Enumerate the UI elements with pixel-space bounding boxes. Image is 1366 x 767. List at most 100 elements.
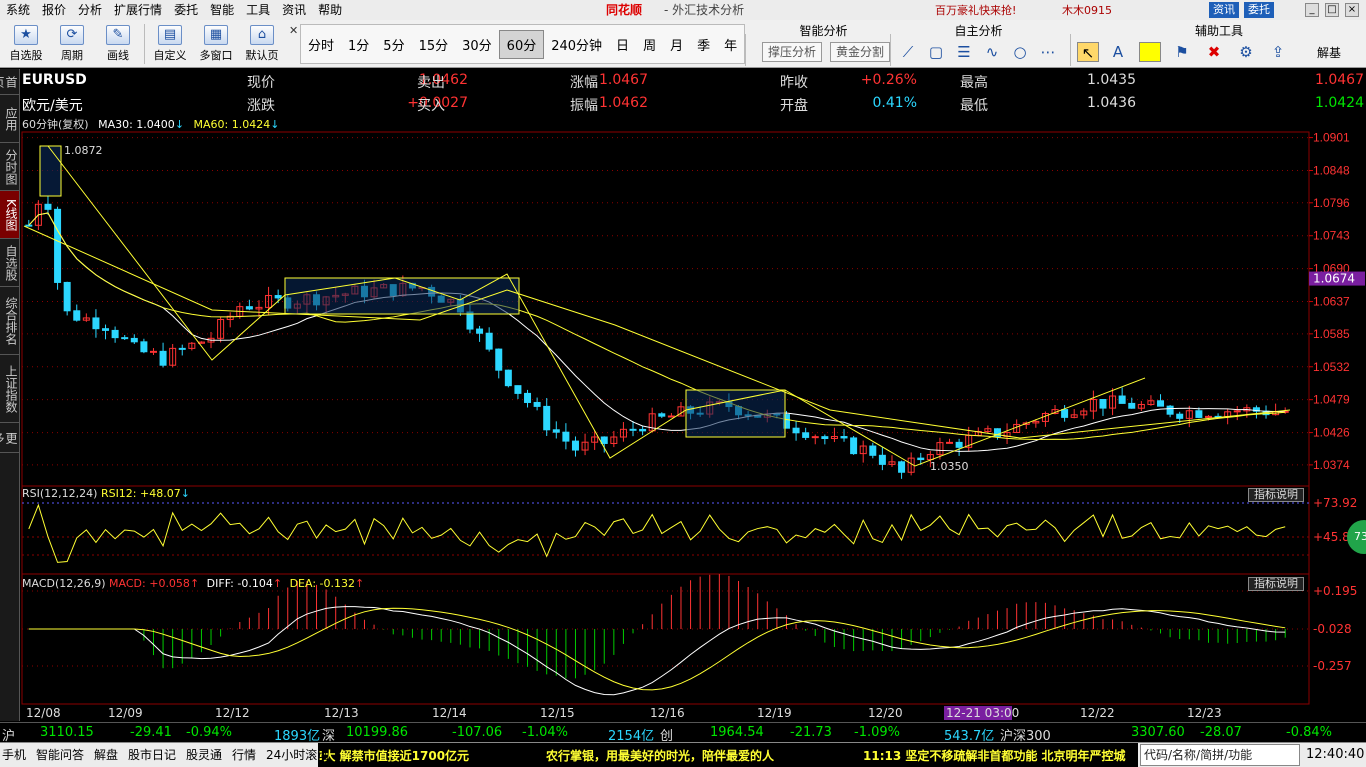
status-item-4[interactable]: 股灵通 [186, 746, 222, 763]
low-mark-label: 1.0350 [930, 460, 969, 473]
candle-body-26 [274, 295, 282, 299]
macd-label-0: +0.195 [1313, 584, 1357, 598]
candle-body-81 [802, 432, 810, 438]
date-label-5: 12/15 [540, 706, 575, 720]
candle-body-4 [63, 281, 71, 312]
index-item-8: -1.04% [522, 725, 568, 740]
drawn-zone-2 [39, 145, 62, 197]
candle-body-114 [1118, 395, 1126, 404]
rsi-legend: RSI(12,12,24) RSI12: +48.07↓ [22, 487, 190, 500]
rsi-label-0: +73.92 [1313, 496, 1357, 510]
candle-body-86 [850, 437, 858, 455]
candle-body-66 [658, 413, 666, 417]
price-label-9: 1.0426 [1313, 426, 1350, 440]
date-label-1: 12/09 [108, 706, 143, 720]
candle-body-83 [821, 436, 829, 440]
date-label-2: 12/12 [215, 706, 250, 720]
status-item-5[interactable]: 行情 [232, 746, 256, 763]
drawn-zone-1 [685, 389, 786, 438]
price-label-2: 1.0796 [1313, 196, 1350, 210]
price-label-0: 1.0901 [1313, 131, 1350, 145]
ticker-item-1[interactable]: !大 解禁市值接近1700亿元 [318, 747, 469, 764]
index-item-6: 10199.86 [346, 725, 409, 740]
date-label-6: 12/16 [650, 706, 685, 720]
candle-body-57 [571, 440, 579, 451]
candle-body-10 [121, 337, 129, 340]
candle-body-93 [917, 457, 925, 461]
candle-body-48 [485, 332, 493, 350]
status-bar: !大 解禁市值接近1700亿元 农行掌银，用最美好的时光，陪伴最爱的人 11:1… [0, 742, 1366, 767]
macd-label-1: -0.028 [1313, 622, 1352, 636]
index-item-17: -28.07 [1200, 725, 1242, 740]
status-item-2[interactable]: 解盘 [94, 746, 118, 763]
candle-body-9 [111, 329, 119, 339]
candle-body-120 [1176, 413, 1184, 419]
index-item-2: -29.41 [130, 725, 172, 740]
date-label-0: 12/08 [26, 706, 61, 720]
macd-help-button[interactable]: 指标说明 [1248, 577, 1304, 591]
candle-body-12 [140, 341, 148, 353]
candle-body-47 [476, 328, 484, 334]
candle-body-67 [667, 415, 675, 418]
candle-body-13 [149, 350, 157, 353]
kline-chart[interactable]: 1.09011.08481.07961.07431.06901.06371.05… [0, 0, 1366, 767]
macd-value: MACD: +0.058 [109, 577, 190, 590]
dea-value: DEA: -0.132 [289, 577, 355, 590]
candle-body-64 [639, 428, 647, 432]
price-label-3: 1.0743 [1313, 229, 1350, 243]
rsi-title: RSI(12,12,24) [22, 487, 98, 500]
status-item-0[interactable]: 手机 [2, 746, 26, 763]
drawn-zone-0 [284, 277, 520, 315]
diff-line [28, 606, 1286, 696]
news-ticker[interactable]: !大 解禁市值接近1700亿元 农行掌银，用最美好的时光，陪伴最爱的人 11:1… [318, 743, 1138, 767]
price-label-8: 1.0479 [1313, 393, 1350, 407]
candle-body-54 [543, 405, 551, 431]
candle-body-126 [1233, 410, 1241, 413]
candle-body-0 [25, 224, 33, 227]
candle-body-8 [102, 328, 110, 331]
candle-body-119 [1166, 405, 1174, 415]
status-item-6[interactable]: 24小时滚动 [266, 746, 329, 763]
index-bar: 沪 3110.15 -29.41 -0.94% 1893亿深 10199.86 -107.0… [0, 722, 1366, 744]
high-mark-label: 1.0872 [64, 144, 103, 157]
ticker-item-3[interactable]: 11:13 坚定不移疏解非首都功能 北京明年严控城 [863, 747, 1126, 764]
status-item-1[interactable]: 智能问答 [36, 746, 84, 763]
index-item-16: 3307.60 [1131, 725, 1185, 740]
candle-body-46 [466, 311, 474, 330]
clock: 12:40:40 [1306, 747, 1365, 762]
candle-body-7 [92, 317, 100, 330]
date-label-8: 12/20 [868, 706, 903, 720]
candle-body-60 [600, 436, 608, 444]
candle-body-88 [869, 445, 877, 456]
candle-body-63 [629, 428, 637, 431]
candle-body-11 [130, 337, 138, 343]
candle-body-49 [495, 348, 503, 371]
rsi-panel [21, 485, 1310, 575]
rsi-help-button[interactable]: 指标说明 [1248, 488, 1304, 502]
candle-body-50 [504, 369, 512, 387]
current-price-tag: 1.0674 [1313, 272, 1355, 286]
candle-body-96 [946, 441, 954, 444]
ticker-item-2[interactable]: 农行掌银，用最美好的时光，陪伴最爱的人 [546, 747, 774, 764]
status-item-3[interactable]: 股市日记 [128, 746, 176, 763]
candle-body-91 [898, 461, 906, 473]
candle-body-80 [792, 427, 800, 434]
dea-line [28, 607, 1286, 691]
rsi-line [28, 503, 1286, 563]
candle-body-5 [73, 310, 81, 321]
date-label-10: 12/22 [1080, 706, 1115, 720]
price-panel [21, 131, 1310, 487]
macd-legend: MACD(12,26,9) MACD: +0.058↑ DIFF: -0.104… [22, 577, 365, 590]
candle-body-56 [562, 431, 570, 442]
index-item-3: -0.94% [186, 725, 232, 740]
candle-body-82 [811, 436, 819, 439]
price-label-5: 1.0637 [1313, 295, 1350, 309]
index-item-13: -1.09% [854, 725, 900, 740]
date-label-11: 12/23 [1187, 706, 1222, 720]
index-item-11: 1964.54 [710, 725, 764, 740]
candle-body-3 [54, 208, 62, 283]
search-input[interactable]: 代码/名称/简拼/功能 [1140, 744, 1300, 766]
date-label-7: 12/19 [757, 706, 792, 720]
index-item-1: 3110.15 [40, 725, 94, 740]
candle-body-16 [178, 347, 186, 350]
